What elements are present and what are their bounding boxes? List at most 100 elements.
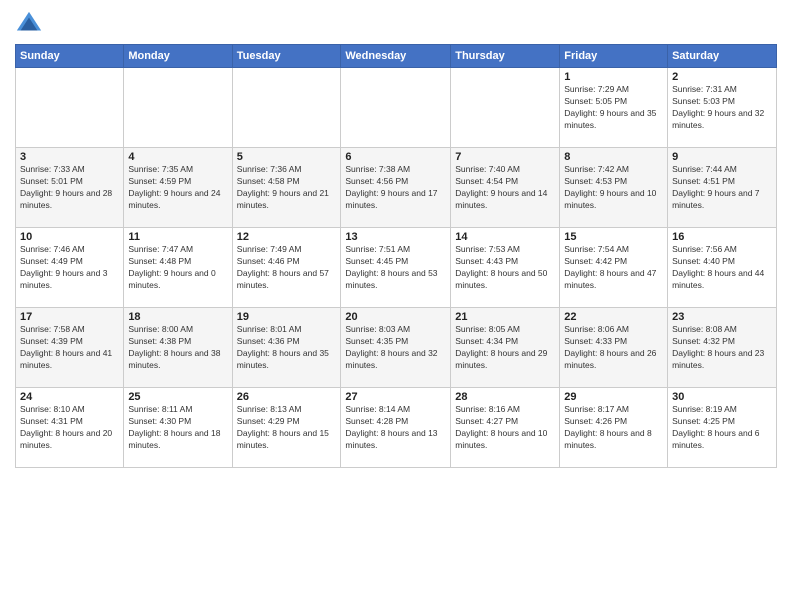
calendar-cell: 20Sunrise: 8:03 AM Sunset: 4:35 PM Dayli… <box>341 308 451 388</box>
calendar-cell: 17Sunrise: 7:58 AM Sunset: 4:39 PM Dayli… <box>16 308 124 388</box>
day-info: Sunrise: 7:56 AM Sunset: 4:40 PM Dayligh… <box>672 244 772 292</box>
calendar-week-row: 24Sunrise: 8:10 AM Sunset: 4:31 PM Dayli… <box>16 388 777 468</box>
calendar-weekday-sunday: Sunday <box>16 45 124 68</box>
calendar-cell <box>16 68 124 148</box>
day-info: Sunrise: 7:42 AM Sunset: 4:53 PM Dayligh… <box>564 164 663 212</box>
calendar-cell: 6Sunrise: 7:38 AM Sunset: 4:56 PM Daylig… <box>341 148 451 228</box>
day-info: Sunrise: 8:17 AM Sunset: 4:26 PM Dayligh… <box>564 404 663 452</box>
calendar-cell <box>341 68 451 148</box>
day-info: Sunrise: 8:19 AM Sunset: 4:25 PM Dayligh… <box>672 404 772 452</box>
day-info: Sunrise: 8:03 AM Sunset: 4:35 PM Dayligh… <box>345 324 446 372</box>
calendar-cell <box>124 68 232 148</box>
day-info: Sunrise: 7:49 AM Sunset: 4:46 PM Dayligh… <box>237 244 337 292</box>
day-number: 22 <box>564 311 663 323</box>
calendar-cell: 12Sunrise: 7:49 AM Sunset: 4:46 PM Dayli… <box>232 228 341 308</box>
day-number: 9 <box>672 151 772 163</box>
day-number: 4 <box>128 151 227 163</box>
calendar: SundayMondayTuesdayWednesdayThursdayFrid… <box>15 44 777 468</box>
calendar-cell: 15Sunrise: 7:54 AM Sunset: 4:42 PM Dayli… <box>560 228 668 308</box>
day-info: Sunrise: 8:14 AM Sunset: 4:28 PM Dayligh… <box>345 404 446 452</box>
day-number: 26 <box>237 391 337 403</box>
day-number: 10 <box>20 231 119 243</box>
day-info: Sunrise: 7:33 AM Sunset: 5:01 PM Dayligh… <box>20 164 119 212</box>
day-number: 16 <box>672 231 772 243</box>
calendar-cell: 23Sunrise: 8:08 AM Sunset: 4:32 PM Dayli… <box>668 308 777 388</box>
day-info: Sunrise: 7:31 AM Sunset: 5:03 PM Dayligh… <box>672 84 772 132</box>
logo-icon <box>15 10 43 38</box>
day-info: Sunrise: 7:29 AM Sunset: 5:05 PM Dayligh… <box>564 84 663 132</box>
calendar-cell: 2Sunrise: 7:31 AM Sunset: 5:03 PM Daylig… <box>668 68 777 148</box>
calendar-week-row: 3Sunrise: 7:33 AM Sunset: 5:01 PM Daylig… <box>16 148 777 228</box>
calendar-weekday-friday: Friday <box>560 45 668 68</box>
calendar-cell: 16Sunrise: 7:56 AM Sunset: 4:40 PM Dayli… <box>668 228 777 308</box>
calendar-cell: 5Sunrise: 7:36 AM Sunset: 4:58 PM Daylig… <box>232 148 341 228</box>
calendar-cell: 1Sunrise: 7:29 AM Sunset: 5:05 PM Daylig… <box>560 68 668 148</box>
day-info: Sunrise: 7:40 AM Sunset: 4:54 PM Dayligh… <box>455 164 555 212</box>
calendar-header-row: SundayMondayTuesdayWednesdayThursdayFrid… <box>16 45 777 68</box>
day-number: 1 <box>564 71 663 83</box>
day-info: Sunrise: 8:16 AM Sunset: 4:27 PM Dayligh… <box>455 404 555 452</box>
day-info: Sunrise: 8:00 AM Sunset: 4:38 PM Dayligh… <box>128 324 227 372</box>
day-number: 15 <box>564 231 663 243</box>
day-number: 3 <box>20 151 119 163</box>
day-number: 17 <box>20 311 119 323</box>
calendar-week-row: 10Sunrise: 7:46 AM Sunset: 4:49 PM Dayli… <box>16 228 777 308</box>
calendar-cell: 9Sunrise: 7:44 AM Sunset: 4:51 PM Daylig… <box>668 148 777 228</box>
header <box>15 10 777 38</box>
calendar-cell: 3Sunrise: 7:33 AM Sunset: 5:01 PM Daylig… <box>16 148 124 228</box>
calendar-weekday-thursday: Thursday <box>451 45 560 68</box>
calendar-cell: 28Sunrise: 8:16 AM Sunset: 4:27 PM Dayli… <box>451 388 560 468</box>
calendar-cell: 11Sunrise: 7:47 AM Sunset: 4:48 PM Dayli… <box>124 228 232 308</box>
day-number: 21 <box>455 311 555 323</box>
calendar-cell: 4Sunrise: 7:35 AM Sunset: 4:59 PM Daylig… <box>124 148 232 228</box>
day-number: 28 <box>455 391 555 403</box>
day-info: Sunrise: 8:08 AM Sunset: 4:32 PM Dayligh… <box>672 324 772 372</box>
calendar-weekday-wednesday: Wednesday <box>341 45 451 68</box>
calendar-cell: 19Sunrise: 8:01 AM Sunset: 4:36 PM Dayli… <box>232 308 341 388</box>
calendar-cell: 24Sunrise: 8:10 AM Sunset: 4:31 PM Dayli… <box>16 388 124 468</box>
day-number: 30 <box>672 391 772 403</box>
day-info: Sunrise: 7:35 AM Sunset: 4:59 PM Dayligh… <box>128 164 227 212</box>
calendar-cell: 30Sunrise: 8:19 AM Sunset: 4:25 PM Dayli… <box>668 388 777 468</box>
day-number: 7 <box>455 151 555 163</box>
calendar-cell <box>451 68 560 148</box>
day-info: Sunrise: 8:06 AM Sunset: 4:33 PM Dayligh… <box>564 324 663 372</box>
day-info: Sunrise: 7:44 AM Sunset: 4:51 PM Dayligh… <box>672 164 772 212</box>
day-number: 14 <box>455 231 555 243</box>
calendar-cell: 29Sunrise: 8:17 AM Sunset: 4:26 PM Dayli… <box>560 388 668 468</box>
day-info: Sunrise: 7:51 AM Sunset: 4:45 PM Dayligh… <box>345 244 446 292</box>
day-number: 27 <box>345 391 446 403</box>
calendar-cell: 13Sunrise: 7:51 AM Sunset: 4:45 PM Dayli… <box>341 228 451 308</box>
day-info: Sunrise: 7:58 AM Sunset: 4:39 PM Dayligh… <box>20 324 119 372</box>
day-info: Sunrise: 8:11 AM Sunset: 4:30 PM Dayligh… <box>128 404 227 452</box>
day-info: Sunrise: 8:10 AM Sunset: 4:31 PM Dayligh… <box>20 404 119 452</box>
calendar-cell: 22Sunrise: 8:06 AM Sunset: 4:33 PM Dayli… <box>560 308 668 388</box>
calendar-cell: 7Sunrise: 7:40 AM Sunset: 4:54 PM Daylig… <box>451 148 560 228</box>
calendar-weekday-saturday: Saturday <box>668 45 777 68</box>
day-number: 19 <box>237 311 337 323</box>
calendar-cell: 18Sunrise: 8:00 AM Sunset: 4:38 PM Dayli… <box>124 308 232 388</box>
day-number: 24 <box>20 391 119 403</box>
calendar-cell: 27Sunrise: 8:14 AM Sunset: 4:28 PM Dayli… <box>341 388 451 468</box>
calendar-cell: 26Sunrise: 8:13 AM Sunset: 4:29 PM Dayli… <box>232 388 341 468</box>
day-info: Sunrise: 7:36 AM Sunset: 4:58 PM Dayligh… <box>237 164 337 212</box>
calendar-cell <box>232 68 341 148</box>
day-number: 18 <box>128 311 227 323</box>
calendar-weekday-tuesday: Tuesday <box>232 45 341 68</box>
day-number: 6 <box>345 151 446 163</box>
day-number: 29 <box>564 391 663 403</box>
calendar-cell: 8Sunrise: 7:42 AM Sunset: 4:53 PM Daylig… <box>560 148 668 228</box>
calendar-cell: 21Sunrise: 8:05 AM Sunset: 4:34 PM Dayli… <box>451 308 560 388</box>
day-number: 13 <box>345 231 446 243</box>
day-number: 23 <box>672 311 772 323</box>
day-info: Sunrise: 7:38 AM Sunset: 4:56 PM Dayligh… <box>345 164 446 212</box>
day-number: 5 <box>237 151 337 163</box>
day-info: Sunrise: 8:05 AM Sunset: 4:34 PM Dayligh… <box>455 324 555 372</box>
logo <box>15 10 47 38</box>
day-number: 11 <box>128 231 227 243</box>
calendar-weekday-monday: Monday <box>124 45 232 68</box>
calendar-cell: 14Sunrise: 7:53 AM Sunset: 4:43 PM Dayli… <box>451 228 560 308</box>
day-number: 25 <box>128 391 227 403</box>
day-info: Sunrise: 7:46 AM Sunset: 4:49 PM Dayligh… <box>20 244 119 292</box>
day-number: 12 <box>237 231 337 243</box>
